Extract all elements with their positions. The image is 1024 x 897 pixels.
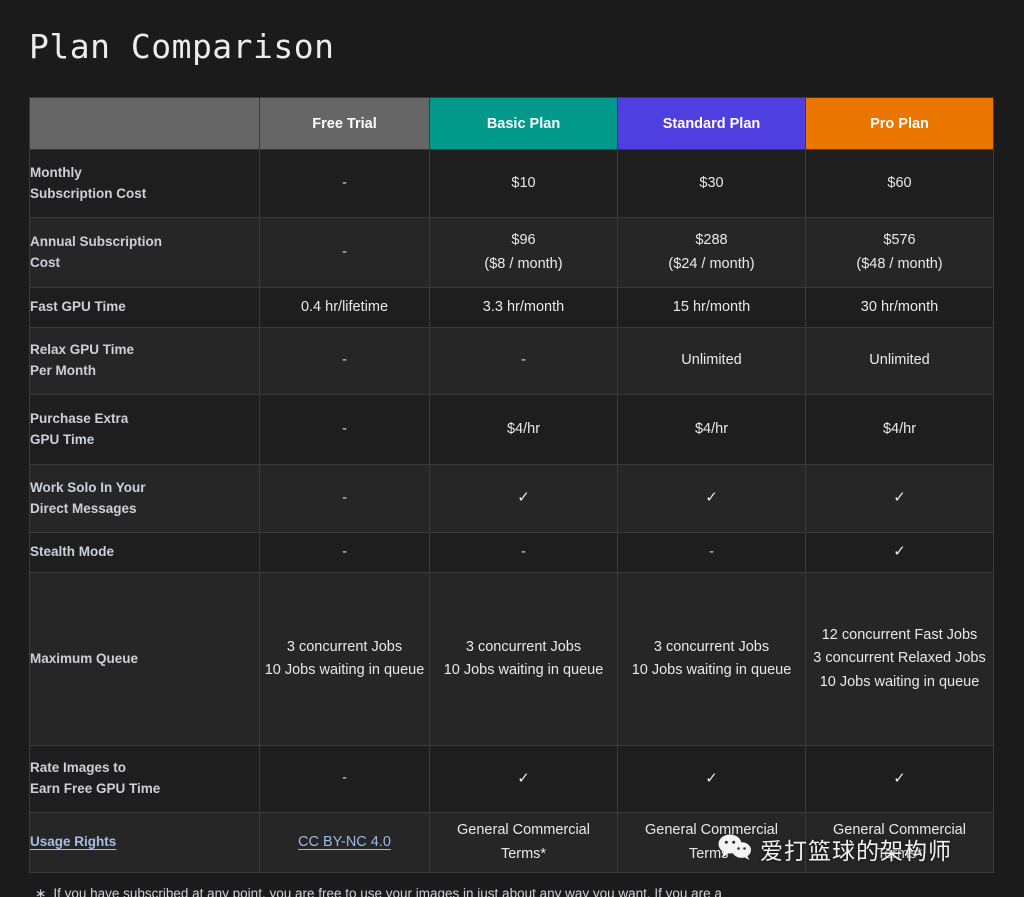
feature-label: Relax GPU TimePer Month bbox=[30, 328, 260, 395]
table-row: Fast GPU Time0.4 hr/lifetime3.3 hr/month… bbox=[30, 288, 994, 328]
table-row: Purchase ExtraGPU Time-$4/hr$4/hr$4/hr bbox=[30, 395, 994, 465]
cell-basic-plan: 3 concurrent Jobs10 Jobs waiting in queu… bbox=[430, 573, 618, 746]
cell-pro-plan: 12 concurrent Fast Jobs3 concurrent Rela… bbox=[806, 573, 994, 746]
cell-free-trial: 3 concurrent Jobs10 Jobs waiting in queu… bbox=[260, 573, 430, 746]
column-header-pro-plan: Pro Plan bbox=[806, 98, 994, 150]
license-link-free-trial[interactable]: CC BY-NC 4.0 bbox=[260, 813, 430, 873]
feature-label: Work Solo In YourDirect Messages bbox=[30, 465, 260, 533]
cell-free-trial: - bbox=[260, 746, 430, 813]
cell-basic-plan: $10 bbox=[430, 150, 618, 218]
footnote-text: If you have subscribed at any point, you… bbox=[53, 886, 722, 897]
table-row: Maximum Queue3 concurrent Jobs10 Jobs wa… bbox=[30, 573, 994, 746]
cell-basic-plan: - bbox=[430, 533, 618, 573]
table-row: Work Solo In YourDirect Messages-✓✓✓ bbox=[30, 465, 994, 533]
cell-standard-plan: 3 concurrent Jobs10 Jobs waiting in queu… bbox=[618, 573, 806, 746]
table-row: Usage RightsCC BY-NC 4.0General Commerci… bbox=[30, 813, 994, 873]
column-header-free-trial: Free Trial bbox=[260, 98, 430, 150]
cell-free-trial: - bbox=[260, 465, 430, 533]
feature-label: Rate Images toEarn Free GPU Time bbox=[30, 746, 260, 813]
feature-label: Maximum Queue bbox=[30, 573, 260, 746]
cell-free-trial: - bbox=[260, 533, 430, 573]
cell-pro-plan: $4/hr bbox=[806, 395, 994, 465]
table-header-row: Free Trial Basic Plan Standard Plan Pro … bbox=[30, 98, 994, 150]
page-title: Plan Comparison bbox=[29, 27, 335, 66]
cell-standard-plan: $288($24 / month) bbox=[618, 218, 806, 288]
table-row: MonthlySubscription Cost-$10$30$60 bbox=[30, 150, 994, 218]
table-row: Annual SubscriptionCost-$96($8 / month)$… bbox=[30, 218, 994, 288]
cell-standard-plan: 15 hr/month bbox=[618, 288, 806, 328]
feature-label: Stealth Mode bbox=[30, 533, 260, 573]
cell-standard-plan: ✓ bbox=[618, 746, 806, 813]
feature-label: MonthlySubscription Cost bbox=[30, 150, 260, 218]
footnote-bullet-icon: ∗ bbox=[35, 886, 46, 897]
cell-standard-plan: ✓ bbox=[618, 465, 806, 533]
cell-pro-plan: ✓ bbox=[806, 465, 994, 533]
plan-comparison-table: Free Trial Basic Plan Standard Plan Pro … bbox=[29, 97, 994, 873]
cell-standard-plan: General CommercialTerms* bbox=[618, 813, 806, 873]
feature-label: Annual SubscriptionCost bbox=[30, 218, 260, 288]
column-header-feature bbox=[30, 98, 260, 150]
cell-pro-plan: 30 hr/month bbox=[806, 288, 994, 328]
feature-label: Purchase ExtraGPU Time bbox=[30, 395, 260, 465]
cell-standard-plan: Unlimited bbox=[618, 328, 806, 395]
cell-free-trial: - bbox=[260, 218, 430, 288]
cell-basic-plan: $4/hr bbox=[430, 395, 618, 465]
cell-basic-plan: - bbox=[430, 328, 618, 395]
cell-basic-plan: 3.3 hr/month bbox=[430, 288, 618, 328]
cell-free-trial: 0.4 hr/lifetime bbox=[260, 288, 430, 328]
column-header-basic-plan: Basic Plan bbox=[430, 98, 618, 150]
cell-free-trial: - bbox=[260, 328, 430, 395]
cell-pro-plan: Unlimited bbox=[806, 328, 994, 395]
feature-label: Fast GPU Time bbox=[30, 288, 260, 328]
table-row: Rate Images toEarn Free GPU Time-✓✓✓ bbox=[30, 746, 994, 813]
table-row: Relax GPU TimePer Month--UnlimitedUnlimi… bbox=[30, 328, 994, 395]
cell-pro-plan: General CommercialTerms* bbox=[806, 813, 994, 873]
usage-rights-link[interactable]: Usage Rights bbox=[30, 813, 260, 873]
cell-free-trial: - bbox=[260, 150, 430, 218]
cell-free-trial: - bbox=[260, 395, 430, 465]
column-header-standard-plan: Standard Plan bbox=[618, 98, 806, 150]
cell-basic-plan: ✓ bbox=[430, 465, 618, 533]
cell-pro-plan: $60 bbox=[806, 150, 994, 218]
cell-standard-plan: - bbox=[618, 533, 806, 573]
cell-basic-plan: ✓ bbox=[430, 746, 618, 813]
cell-standard-plan: $4/hr bbox=[618, 395, 806, 465]
cell-basic-plan: $96($8 / month) bbox=[430, 218, 618, 288]
cell-standard-plan: $30 bbox=[618, 150, 806, 218]
footnote: ∗ If you have subscribed at any point, yo… bbox=[35, 884, 1015, 897]
cell-basic-plan: General CommercialTerms* bbox=[430, 813, 618, 873]
cell-pro-plan: ✓ bbox=[806, 746, 994, 813]
cell-pro-plan: ✓ bbox=[806, 533, 994, 573]
table-header: Free Trial Basic Plan Standard Plan Pro … bbox=[30, 98, 994, 150]
table-body: MonthlySubscription Cost-$10$30$60Annual… bbox=[30, 150, 994, 873]
cell-pro-plan: $576($48 / month) bbox=[806, 218, 994, 288]
table-row: Stealth Mode---✓ bbox=[30, 533, 994, 573]
